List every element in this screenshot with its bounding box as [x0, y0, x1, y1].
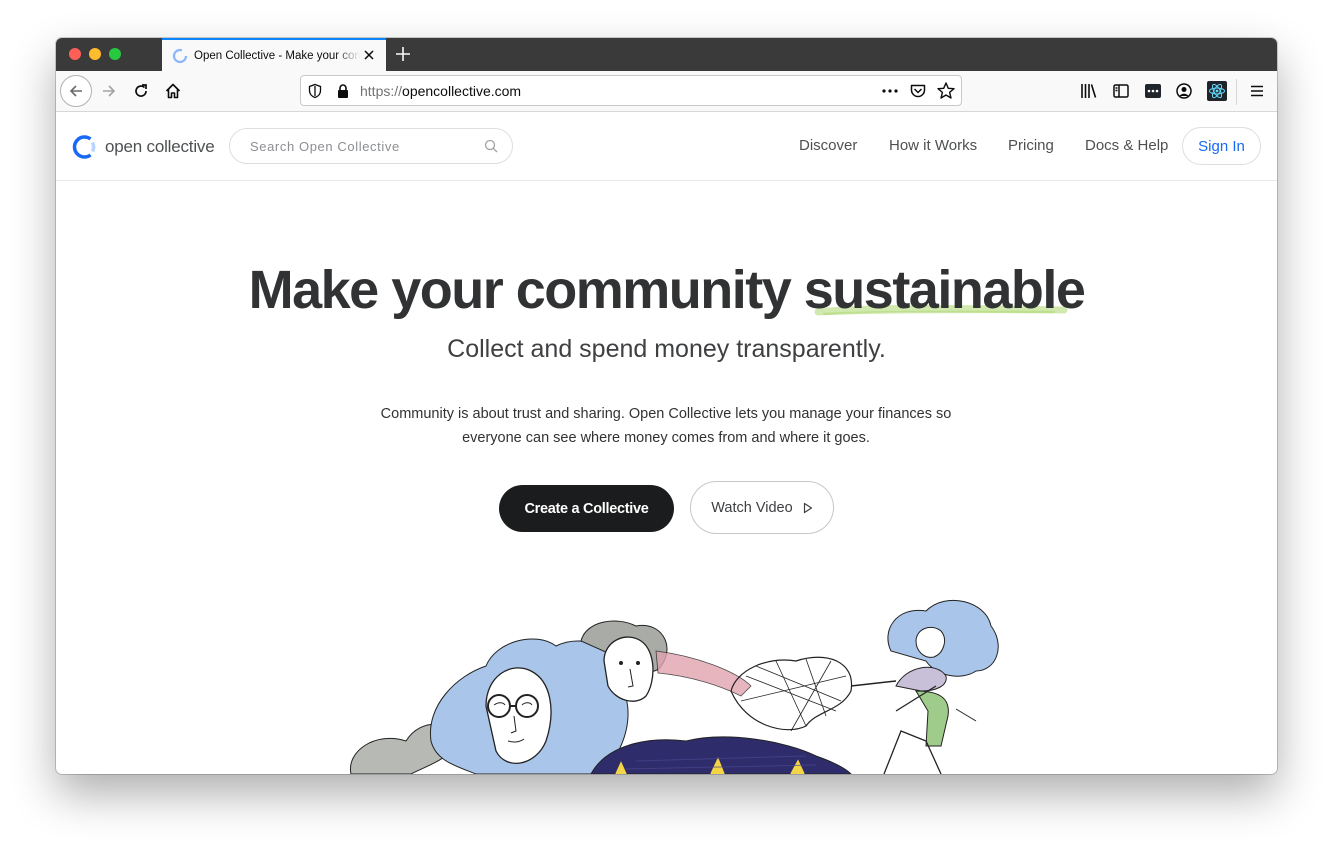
tab-strip: Open Collective - Make your community su… — [56, 38, 1277, 71]
hero-description: Community is about trust and sharing. Op… — [380, 406, 952, 446]
watch-video-label: Watch Video — [711, 499, 793, 516]
create-collective-button[interactable]: Create a Collective — [499, 485, 674, 532]
home-icon — [165, 83, 181, 99]
minimize-window-button[interactable] — [89, 48, 101, 60]
lock-icon[interactable] — [336, 83, 350, 99]
url-text[interactable]: https://opencollective.com — [360, 83, 521, 99]
site-header: open collective Discover How it Works Pr… — [56, 112, 1277, 181]
back-arrow-icon — [69, 85, 82, 97]
open-collective-favicon-icon — [172, 48, 188, 63]
nav-discover-link[interactable]: Discover — [799, 137, 857, 154]
search-icon[interactable] — [484, 139, 498, 153]
library-icon[interactable] — [1080, 82, 1098, 100]
sign-in-button[interactable]: Sign In — [1182, 127, 1261, 165]
browser-window: Open Collective - Make your community su… — [56, 38, 1277, 774]
tracking-protection-shield-icon[interactable] — [307, 83, 323, 99]
community-illustration — [350, 599, 999, 774]
sidebar-toggle-icon[interactable] — [1112, 82, 1130, 100]
back-button[interactable] — [60, 75, 92, 107]
site-logo[interactable]: open collective — [71, 134, 215, 160]
url-host: opencollective.com — [402, 83, 522, 99]
logo-text: open collective — [105, 137, 215, 156]
play-icon — [803, 502, 812, 513]
search-input[interactable] — [250, 138, 470, 154]
account-icon[interactable] — [1175, 82, 1193, 100]
url-scheme: https:// — [360, 83, 403, 99]
reload-button[interactable] — [129, 79, 153, 103]
hero-title: Make your community sustainable — [248, 260, 1086, 320]
forward-button[interactable] — [97, 79, 121, 103]
browser-tab-active[interactable]: Open Collective - Make your community su… — [162, 38, 386, 71]
tab-title: Open Collective - Make your community su… — [194, 49, 360, 62]
toolbar-divider — [1236, 79, 1237, 105]
nav-how-it-works-link[interactable]: How it Works — [889, 137, 977, 154]
home-button[interactable] — [161, 79, 185, 103]
close-tab-icon[interactable] — [362, 48, 376, 62]
watch-video-button[interactable]: Watch Video — [690, 481, 834, 534]
extension-dots-icon[interactable] — [1144, 82, 1162, 100]
search-box[interactable] — [229, 128, 513, 164]
hero-subtitle: Collect and spend money transparently. — [447, 335, 886, 363]
nav-pricing-link[interactable]: Pricing — [1008, 137, 1054, 154]
open-collective-logo-icon — [72, 135, 96, 159]
forward-arrow-icon — [103, 85, 116, 97]
nav-docs-help-link[interactable]: Docs & Help — [1085, 137, 1168, 154]
pocket-icon[interactable] — [909, 82, 927, 100]
close-window-button[interactable] — [69, 48, 81, 60]
reload-icon — [135, 84, 147, 97]
hamburger-menu-icon[interactable] — [1249, 83, 1265, 99]
bookmark-star-icon[interactable] — [936, 81, 956, 101]
new-tab-icon[interactable] — [394, 45, 412, 63]
zoom-window-button[interactable] — [109, 48, 121, 60]
react-devtools-icon[interactable] — [1207, 81, 1227, 101]
page-actions-menu-icon[interactable] — [881, 84, 899, 98]
browser-toolbar: https://opencollective.com — [56, 71, 1277, 112]
address-bar[interactable]: https://opencollective.com — [300, 75, 962, 106]
